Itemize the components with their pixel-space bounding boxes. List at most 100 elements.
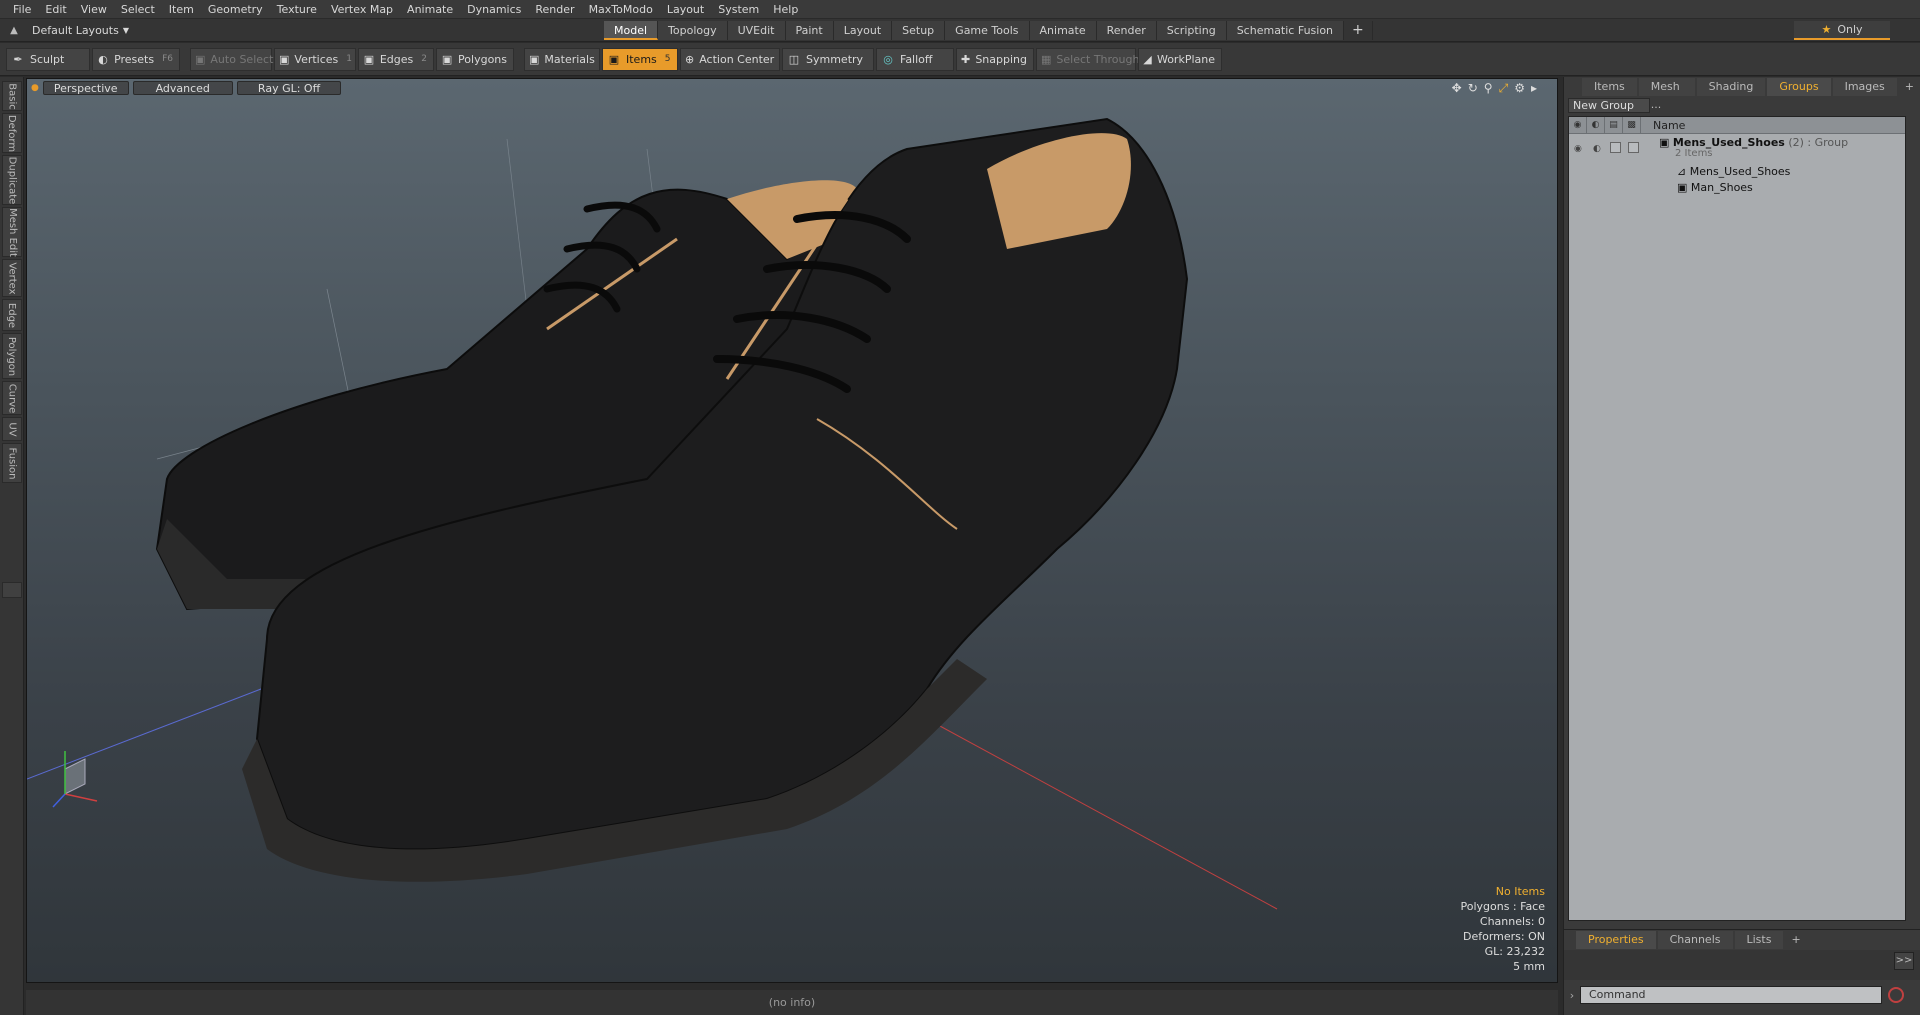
lock-column-icon[interactable]: ▤ <box>1605 116 1623 134</box>
auto-select-button[interactable]: ▣ Auto Select <box>190 47 274 71</box>
tab-uvedit[interactable]: UVEdit <box>727 21 786 40</box>
layout-dropdown[interactable]: ▲ Default Layouts ▼ <box>4 22 129 39</box>
menu-dynamics[interactable]: Dynamics <box>460 0 528 19</box>
vtab-mesh-edit[interactable]: Mesh Edit <box>2 207 22 257</box>
vtab-deform[interactable]: Deform <box>2 113 22 153</box>
visibility-column-icon[interactable]: ◉ <box>1569 116 1587 134</box>
menu-item[interactable]: Item <box>162 0 201 19</box>
menu-help[interactable]: Help <box>766 0 805 19</box>
action-center-button[interactable]: ⊕ Action Center <box>680 47 780 71</box>
menu-texture[interactable]: Texture <box>270 0 324 19</box>
mesh-name: Man_Shoes <box>1690 181 1753 194</box>
tab-lists[interactable]: Lists <box>1734 930 1784 949</box>
settings-gear-icon[interactable]: ⚙ <box>1514 81 1525 96</box>
tab-mesh[interactable]: Mesh ... <box>1638 78 1695 111</box>
vtab-curve[interactable]: Curve <box>2 381 22 415</box>
items-label: Items <box>626 52 657 66</box>
sculpt-button[interactable]: ✒ Sculpt <box>6 47 90 71</box>
tab-schematic-fusion[interactable]: Schematic Fusion <box>1226 21 1345 40</box>
mesh-icon: ⊿ <box>1677 165 1687 178</box>
auto-select-label: Auto Select <box>210 52 274 66</box>
zoom-icon[interactable]: ⚲ <box>1484 81 1493 96</box>
expand-arrow-button[interactable]: >> <box>1894 952 1914 970</box>
tab-paint[interactable]: Paint <box>785 21 834 40</box>
tab-game-tools[interactable]: Game Tools <box>945 21 1030 40</box>
only-button[interactable]: ★ Only <box>1794 21 1890 40</box>
pan-icon[interactable]: ✥ <box>1452 81 1462 96</box>
fit-icon[interactable]: ⤢ <box>1499 81 1509 96</box>
vtab-uv[interactable]: UV <box>2 417 22 441</box>
menu-layout[interactable]: Layout <box>660 0 711 19</box>
vtab-vertex[interactable]: Vertex <box>2 259 22 297</box>
tab-items[interactable]: Items <box>1582 78 1637 96</box>
menu-maxtomodo[interactable]: MaxToModo <box>582 0 660 19</box>
edges-button[interactable]: ▣ Edges 2 <box>358 47 434 71</box>
vtab-duplicate[interactable]: Duplicate <box>2 155 22 205</box>
tab-groups[interactable]: Groups <box>1767 78 1831 96</box>
tree-row-group[interactable]: ◉ ◐ ▣ Mens_Used_Shoes (2) : Group 2 Item… <box>1569 136 1905 162</box>
menu-select[interactable]: Select <box>114 0 162 19</box>
stop-icon[interactable] <box>1888 987 1904 1003</box>
tab-setup[interactable]: Setup <box>892 21 946 40</box>
tree-row-mesh[interactable]: ⊿ Mens_Used_Shoes <box>1569 163 1905 180</box>
tab-channels[interactable]: Channels <box>1657 930 1733 949</box>
new-group-button[interactable]: New Group <box>1568 98 1650 113</box>
raygl-dropdown[interactable]: Ray GL: Off <box>236 81 342 95</box>
vtab-fusion[interactable]: Fusion <box>2 443 22 483</box>
properties-area <box>1564 950 1920 980</box>
tab-layout[interactable]: Layout <box>833 21 893 40</box>
vtab-edge[interactable]: Edge <box>2 299 22 331</box>
items-button[interactable]: ▣ Items 5 <box>602 47 678 71</box>
menu-system[interactable]: System <box>711 0 766 19</box>
workplane-button[interactable]: ◢ WorkPlane <box>1138 47 1222 71</box>
tab-topology[interactable]: Topology <box>658 21 728 40</box>
tab-render[interactable]: Render <box>1096 21 1157 40</box>
render-column-icon[interactable]: ◐ <box>1587 116 1605 134</box>
menu-animate[interactable]: Animate <box>400 0 460 19</box>
select-through-button[interactable]: ▦ Select Through <box>1036 47 1139 71</box>
groups-tree: ◉ ◐ ▤ ▩ Name ◉ ◐ ▣ Mens_Used_Shoes (2) :… <box>1568 116 1906 921</box>
tab-animate[interactable]: Animate <box>1029 21 1097 40</box>
materials-button[interactable]: ▣ Materials <box>524 47 600 71</box>
tab-scripting[interactable]: Scripting <box>1156 21 1227 40</box>
menu-file[interactable]: File <box>6 0 38 19</box>
render-toggle-icon[interactable]: ◐ <box>1593 144 1601 154</box>
menu-view[interactable]: View <box>74 0 114 19</box>
snapping-button[interactable]: ✚ Snapping <box>956 47 1034 71</box>
menu-render[interactable]: Render <box>528 0 581 19</box>
rotate-icon[interactable]: ↻ <box>1468 81 1478 96</box>
viewport-expand-icon[interactable]: ▸ <box>1531 81 1537 96</box>
name-column-header[interactable]: Name <box>1641 119 1685 132</box>
viewport-menu-icon[interactable]: ● <box>31 83 39 93</box>
symmetry-button[interactable]: ◫ Symmetry <box>782 47 874 71</box>
info-scale: 5 mm <box>1513 960 1545 973</box>
add-tab-icon[interactable]: + <box>1785 931 1806 949</box>
presets-button[interactable]: ◐ Presets F6 <box>92 47 180 71</box>
eye-icon[interactable]: ◉ <box>1574 144 1582 154</box>
view-type-dropdown[interactable]: Perspective <box>42 81 129 95</box>
vertices-button[interactable]: ▣ Vertices 1 <box>274 47 356 71</box>
layout-arrows-icon: ▲ <box>10 25 18 36</box>
tab-properties[interactable]: Properties <box>1576 930 1656 949</box>
polygons-button[interactable]: ▣ Polygons <box>436 47 514 71</box>
tree-row-mesh[interactable]: ▣ Man_Shoes <box>1569 179 1905 196</box>
menu-edit[interactable]: Edit <box>38 0 73 19</box>
3d-viewport[interactable]: ● Perspective Advanced Ray GL: Off ✥ ↻ ⚲… <box>26 78 1558 983</box>
tab-model[interactable]: Model <box>604 21 659 40</box>
menu-vertex-map[interactable]: Vertex Map <box>324 0 400 19</box>
menu-geometry[interactable]: Geometry <box>201 0 270 19</box>
lock-checkbox[interactable] <box>1610 142 1621 153</box>
add-tab-icon[interactable]: + <box>1899 78 1920 96</box>
toolbox-toggle[interactable] <box>2 582 22 598</box>
add-tab-icon[interactable]: + <box>1344 21 1373 40</box>
shading-dropdown[interactable]: Advanced <box>132 81 233 95</box>
vtab-polygon[interactable]: Polygon <box>2 333 22 379</box>
select-column-icon[interactable]: ▩ <box>1623 116 1641 134</box>
falloff-button[interactable]: ◎ Falloff <box>876 47 954 71</box>
vtab-basic[interactable]: Basic <box>2 81 22 111</box>
tab-images[interactable]: Images <box>1832 78 1897 96</box>
tab-shading[interactable]: Shading <box>1696 78 1766 96</box>
group-type: : Group <box>1807 136 1849 149</box>
select-checkbox[interactable] <box>1628 142 1639 153</box>
command-input[interactable]: Command <box>1580 986 1882 1004</box>
